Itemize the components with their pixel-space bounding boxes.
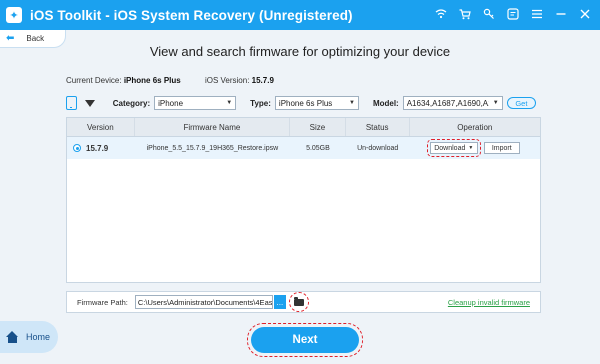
- category-select[interactable]: iPhone ▼: [154, 96, 237, 110]
- open-folder-button[interactable]: [288, 292, 309, 312]
- menu-icon[interactable]: [530, 7, 544, 21]
- close-icon[interactable]: [578, 7, 592, 21]
- get-button[interactable]: Get: [506, 97, 536, 109]
- model-value: A1634,A1687,A1690,A169: [406, 98, 489, 108]
- type-select[interactable]: iPhone 6s Plus ▼: [274, 96, 359, 110]
- model-label: Model:: [372, 98, 399, 108]
- type-value: iPhone 6s Plus: [278, 98, 333, 108]
- version-value: 15.7.9: [86, 143, 109, 153]
- home-button[interactable]: Home: [0, 321, 58, 353]
- chevron-down-icon: ▼: [468, 145, 474, 151]
- model-select[interactable]: A1634,A1687,A1690,A169 ▼: [402, 96, 503, 110]
- column-header: Operation: [457, 122, 493, 132]
- next-button[interactable]: Next: [247, 323, 363, 357]
- radio-selected-icon[interactable]: [73, 144, 81, 152]
- operation-cell: Download ▼ Import: [410, 137, 540, 159]
- table-header: Version Firmware Name Size Status Operat…: [67, 118, 540, 137]
- filter-row: Category: iPhone ▼ Type: iPhone 6s Plus …: [66, 95, 536, 111]
- feedback-icon[interactable]: [506, 7, 520, 21]
- back-label: Back: [26, 34, 45, 43]
- column-header: Firmware Name: [135, 118, 291, 136]
- back-arrow-icon: ⬅: [6, 33, 15, 44]
- key-icon[interactable]: [482, 7, 496, 21]
- phone-icon[interactable]: [66, 96, 77, 110]
- minimize-icon[interactable]: [554, 7, 568, 21]
- download-label: Download: [434, 144, 466, 152]
- browse-button[interactable]: ...: [273, 295, 286, 309]
- firmware-table: Version Firmware Name Size Status Operat…: [66, 117, 541, 283]
- size-cell: 5.05GB: [306, 144, 330, 152]
- chevron-down-icon: ▼: [226, 100, 233, 106]
- wifi-icon[interactable]: [434, 7, 448, 21]
- download-button[interactable]: Download ▼: [426, 139, 481, 157]
- page-heading: View and search firmware for optimizing …: [149, 44, 451, 59]
- filter-icon[interactable]: [84, 99, 95, 107]
- version-cell: 15.7.9: [67, 137, 135, 159]
- current-device-value: iPhone 6s Plus: [123, 76, 181, 85]
- folder-icon: [293, 296, 304, 306]
- column-header: Size: [290, 118, 346, 136]
- ios-version-label: iOS Version:: [204, 76, 250, 85]
- firmware-path-label: Firmware Path:: [77, 297, 128, 307]
- firmware-path-bar: Firmware Path: C:\Users\Administrator\Do…: [66, 291, 541, 313]
- home-label: Home: [26, 332, 51, 342]
- status-cell: Un-download: [357, 144, 399, 152]
- chevron-down-icon: ▼: [348, 100, 355, 106]
- current-device-label: Current Device:: [66, 76, 122, 85]
- chevron-down-icon: ▼: [492, 100, 499, 106]
- ios-version-value: 15.7.9: [251, 76, 274, 85]
- category-value: iPhone: [158, 98, 184, 108]
- import-button[interactable]: Import: [483, 142, 520, 154]
- cart-icon[interactable]: [458, 7, 472, 21]
- window-title: iOS Toolkit - iOS System Recovery (Unreg…: [30, 7, 353, 23]
- app-logo-icon: ✦: [6, 7, 22, 23]
- table-row[interactable]: 15.7.9 iPhone_5.5_15.7.9_19H365_Restore.…: [67, 137, 540, 159]
- cleanup-invalid-firmware-link[interactable]: Cleanup invalid firmware: [448, 298, 530, 307]
- column-header: Status: [346, 118, 410, 136]
- device-info: Current Device: iPhone 6s Plus iOS Versi…: [66, 76, 296, 85]
- column-header: Version: [67, 118, 135, 136]
- home-icon: [6, 331, 19, 343]
- window-controls: [434, 7, 592, 21]
- title-bar: ✦ iOS Toolkit - iOS System Recovery (Unr…: [0, 0, 600, 30]
- category-label: Category:: [112, 98, 151, 108]
- type-label: Type:: [250, 98, 271, 108]
- firmware-path-input[interactable]: C:\Users\Administrator\Documents\4Easy: [134, 295, 273, 309]
- firmware-name-cell: iPhone_5.5_15.7.9_19H365_Restore.ipsw: [146, 144, 279, 152]
